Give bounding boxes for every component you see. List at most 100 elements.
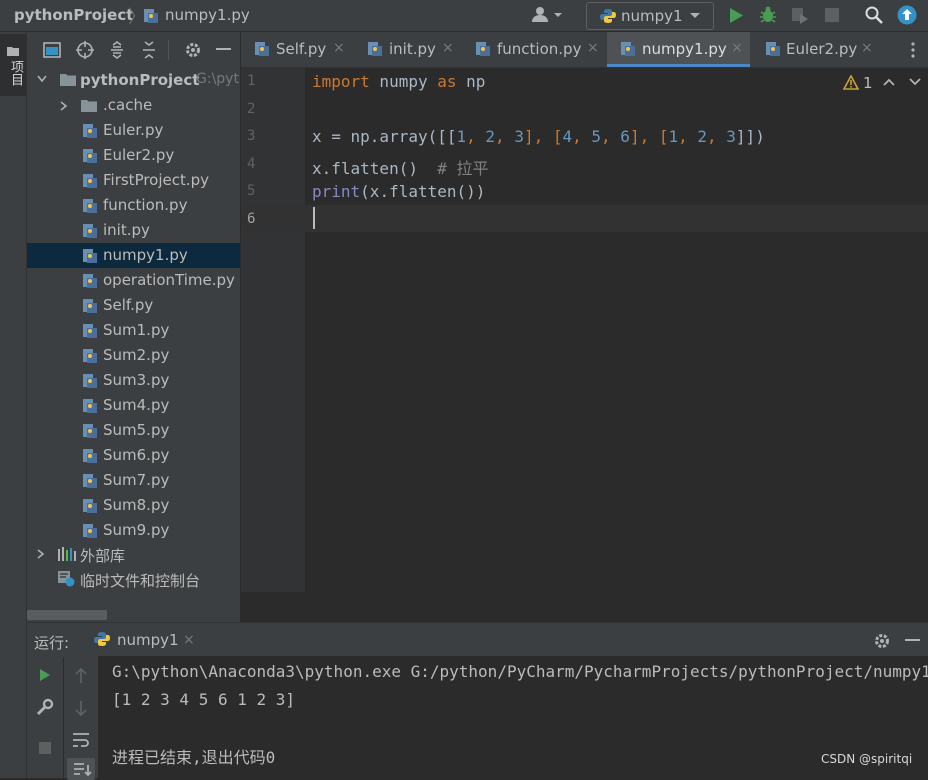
- expand-all-icon[interactable]: [109, 41, 125, 59]
- code-text: ,: [707, 127, 727, 146]
- breadcrumb-file[interactable]: numpy1.py: [165, 6, 250, 24]
- tree-file[interactable]: Sum4.py: [27, 393, 240, 418]
- tree-file[interactable]: Self.py: [27, 293, 240, 318]
- wrench-icon[interactable]: [36, 698, 54, 716]
- more-tabs-icon[interactable]: [911, 42, 915, 58]
- tab-numpy1-py[interactable]: numpy1.py ×: [607, 32, 750, 67]
- line-number: 6: [247, 211, 256, 227]
- python-file-icon: [82, 498, 98, 514]
- watermark: CSDN @spiritqi: [821, 752, 913, 766]
- locate-icon[interactable]: [76, 41, 94, 59]
- number-literal: 4: [562, 127, 573, 146]
- code-line-1: import numpy as np: [312, 72, 485, 91]
- tree-scratches[interactable]: 临时文件和控制台: [27, 567, 240, 592]
- code-editor[interactable]: [305, 68, 928, 592]
- debug-icon[interactable]: [759, 6, 777, 24]
- tree-file[interactable]: Sum9.py: [27, 518, 240, 543]
- arrow-down-icon[interactable]: [74, 700, 88, 716]
- run-toolbar-secondary: [64, 656, 99, 780]
- python-file-icon: [82, 123, 98, 139]
- run-configuration-select[interactable]: numpy1: [586, 2, 714, 30]
- tree-file[interactable]: Sum1.py: [27, 318, 240, 343]
- python-file-icon: [82, 523, 98, 539]
- tree-file[interactable]: Sum5.py: [27, 418, 240, 443]
- scroll-to-end-icon[interactable]: [67, 758, 95, 780]
- update-icon[interactable]: [897, 5, 917, 25]
- gear-icon[interactable]: [184, 41, 202, 59]
- hide-panel-icon[interactable]: [905, 639, 920, 641]
- view-mode-icon[interactable]: [43, 42, 61, 58]
- soft-wrap-icon[interactable]: [72, 732, 90, 748]
- run-icon[interactable]: [728, 7, 744, 24]
- number-literal: 3: [726, 127, 736, 146]
- user-icon[interactable]: [532, 6, 564, 24]
- tree-file[interactable]: Sum3.py: [27, 368, 240, 393]
- line-number: 1: [247, 73, 256, 89]
- close-icon[interactable]: ×: [587, 40, 599, 56]
- code-text: ,: [466, 127, 486, 146]
- breadcrumb-project[interactable]: pythonProject: [14, 6, 133, 24]
- tab-label: init.py: [389, 40, 436, 58]
- python-file-icon: [82, 373, 98, 389]
- python-file-icon: [82, 248, 98, 264]
- number-literal: 1: [668, 127, 679, 146]
- tree-root[interactable]: pythonProject G:\pyt: [27, 68, 240, 93]
- project-tool-tab[interactable]: 项目: [0, 34, 26, 96]
- close-icon[interactable]: ×: [731, 40, 743, 56]
- number-literal: 2: [485, 127, 496, 146]
- tree-folder[interactable]: .cache: [27, 93, 240, 118]
- chevron-up-icon[interactable]: [883, 78, 895, 86]
- tree-file[interactable]: Sum7.py: [27, 468, 240, 493]
- stop-icon[interactable]: [825, 8, 839, 22]
- code-text: (x.flatten()): [360, 182, 486, 201]
- close-icon[interactable]: ×: [442, 40, 454, 56]
- tree-file[interactable]: numpy1.py: [27, 243, 240, 268]
- tree-file[interactable]: Sum6.py: [27, 443, 240, 468]
- close-icon[interactable]: ×: [333, 40, 345, 56]
- console-line: 进程已结束,退出代码0: [112, 748, 276, 767]
- tree-file[interactable]: function.py: [27, 193, 240, 218]
- close-icon[interactable]: ×: [183, 632, 195, 648]
- tab-label: function.py: [497, 40, 582, 58]
- rerun-icon[interactable]: [39, 668, 51, 682]
- tree-file[interactable]: operationTime.py: [27, 268, 240, 293]
- python-file-icon: [620, 41, 636, 57]
- root-folder-path: G:\pyt: [196, 71, 239, 87]
- chevron-right-icon[interactable]: [37, 549, 45, 559]
- line-number: 3: [247, 128, 256, 144]
- search-icon[interactable]: [865, 6, 883, 24]
- folder-icon: [7, 46, 19, 56]
- tree-file[interactable]: Euler2.py: [27, 143, 240, 168]
- hide-panel-icon[interactable]: [216, 48, 231, 50]
- tab-init-py[interactable]: init.py ×: [354, 32, 455, 67]
- project-toolbar: [27, 32, 240, 68]
- close-icon[interactable]: ×: [861, 40, 873, 56]
- chevron-down-icon[interactable]: [909, 78, 921, 86]
- tab-self-py[interactable]: Self.py ×: [241, 32, 347, 67]
- coverage-icon[interactable]: [791, 7, 809, 24]
- code-text: x = np.array([[: [312, 127, 457, 146]
- folder-icon: [60, 73, 76, 86]
- horizontal-scrollbar[interactable]: [27, 610, 107, 620]
- chevron-down-icon: [689, 12, 701, 20]
- tree-file[interactable]: FirstProject.py: [27, 168, 240, 193]
- gear-icon[interactable]: [873, 632, 891, 650]
- tree-file[interactable]: init.py: [27, 218, 240, 243]
- tree-item-label: function.py: [103, 196, 188, 214]
- stop-icon[interactable]: [39, 742, 51, 754]
- run-tab-numpy1[interactable]: numpy1 ×: [86, 622, 198, 656]
- collapse-all-icon[interactable]: [141, 41, 157, 59]
- chevron-down-icon[interactable]: [37, 75, 47, 83]
- tab-euler2-py[interactable]: Euler2.py ×: [753, 32, 881, 67]
- python-file-icon: [765, 41, 781, 57]
- python-file-icon: [82, 398, 98, 414]
- tree-file[interactable]: Euler.py: [27, 118, 240, 143]
- tree-file[interactable]: Sum2.py: [27, 343, 240, 368]
- code-text: ,: [495, 127, 515, 146]
- arrow-up-icon[interactable]: [74, 668, 88, 684]
- tree-file[interactable]: Sum8.py: [27, 493, 240, 518]
- chevron-right-icon[interactable]: [60, 101, 68, 111]
- tab-function-py[interactable]: function.py ×: [463, 32, 605, 67]
- tree-external-libraries[interactable]: 外部库: [27, 542, 240, 567]
- code-text: ], [: [523, 127, 563, 146]
